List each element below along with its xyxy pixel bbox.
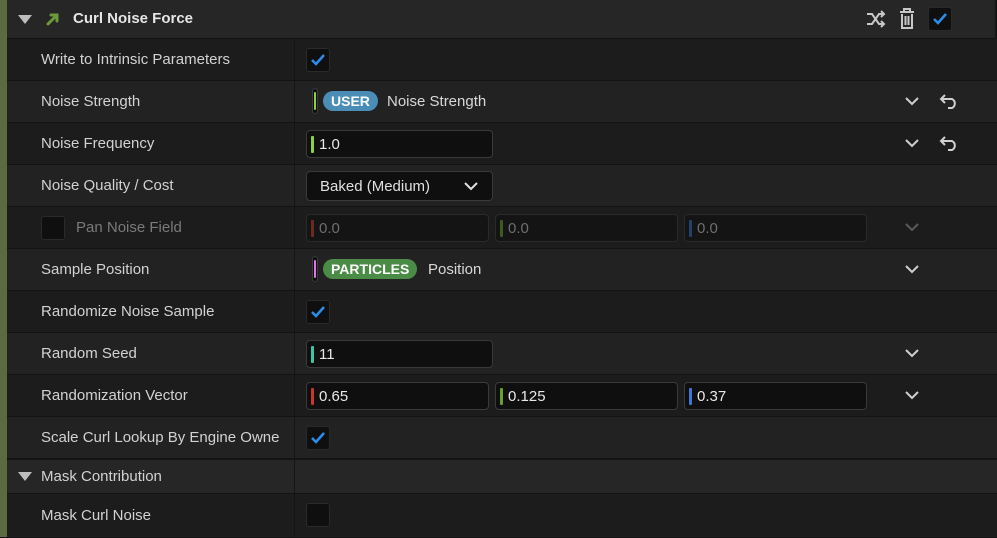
random-seed-label: Random Seed [41,345,137,362]
chevron-down-icon[interactable] [905,138,919,148]
noise-quality-label: Noise Quality / Cost [41,177,174,194]
row-scale-curl-lookup: Scale Curl Lookup By Engine Owne [7,417,997,459]
chevron-down-icon[interactable] [905,222,919,232]
collapse-arrow-icon[interactable] [18,15,32,24]
reset-arrow-icon[interactable] [939,135,959,151]
column-divider [294,165,295,206]
noise-quality-dropdown[interactable]: Baked (Medium) [306,171,493,201]
noise-frequency-label: Noise Frequency [41,135,155,152]
module-accent-bar [0,0,7,537]
randomization-vector-label: Randomization Vector [41,387,188,404]
randomization-z-value: 0.37 [697,388,727,405]
pan-noise-y-value: 0.0 [508,220,529,237]
module-header[interactable]: Curl Noise Force [7,0,995,39]
pan-noise-x-value: 0.0 [319,220,340,237]
trash-icon[interactable] [897,7,917,31]
x-stripe [311,388,314,405]
noise-strength-label: Noise Strength [41,93,141,110]
noise-quality-selected: Baked (Medium) [320,178,431,195]
chevron-down-icon[interactable] [905,264,919,274]
row-noise-quality: Noise Quality / Cost Baked (Medium) [7,165,997,207]
row-randomize-noise: Randomize Noise Sample [7,291,997,333]
scale-curl-checkbox[interactable] [306,426,330,450]
module-title: Curl Noise Force [73,10,194,27]
chevron-down-icon [464,182,478,191]
randomization-x-input[interactable]: 0.65 [306,382,489,410]
chevron-down-icon[interactable] [905,348,919,358]
pan-noise-z-value: 0.0 [697,220,718,237]
randomization-y-input[interactable]: 0.125 [495,382,678,410]
sample-position-label: Sample Position [41,261,150,278]
write-intrinsic-label: Write to Intrinsic Parameters [41,51,230,68]
row-randomization-vector: Randomization Vector 0.65 0.125 0.37 [7,375,997,417]
mask-curl-noise-label: Mask Curl Noise [41,507,152,524]
column-divider [294,291,295,332]
randomization-x-value: 0.65 [319,388,349,405]
row-random-seed: Random Seed 11 [7,333,997,375]
write-intrinsic-checkbox[interactable] [306,48,330,72]
noise-strength-binding[interactable]: Noise Strength [387,93,486,110]
y-stripe [500,220,503,237]
z-stripe [689,388,692,405]
scale-curl-label: Scale Curl Lookup By Engine Owne [41,429,280,446]
column-divider [294,81,295,122]
mask-curl-noise-checkbox[interactable] [306,503,330,527]
row-write-intrinsic: Write to Intrinsic Parameters [7,39,997,81]
pan-noise-x-input[interactable]: 0.0 [306,214,489,242]
row-noise-strength: Noise Strength USER Noise Strength [7,81,997,123]
module-enabled-checkbox[interactable] [928,7,952,31]
collapse-arrow-icon[interactable] [18,472,32,481]
sample-position-binding[interactable]: Position [428,261,481,278]
row-noise-frequency: Noise Frequency 1.0 [7,123,997,165]
binding-stripe [312,256,318,282]
randomization-y-value: 0.125 [508,388,546,405]
chevron-down-icon[interactable] [905,390,919,400]
row-sample-position: Sample Position PARTICLES Position [7,249,997,291]
reset-arrow-icon[interactable] [939,93,959,109]
z-stripe [689,220,692,237]
random-seed-input[interactable]: 11 [306,340,493,368]
column-divider [294,417,295,458]
pan-noise-field-label: Pan Noise Field [76,219,182,236]
particles-namespace-pill[interactable]: PARTICLES [323,259,418,279]
noise-frequency-value: 1.0 [319,136,340,153]
column-divider [294,207,295,248]
column-divider [294,39,295,80]
randomize-noise-checkbox[interactable] [306,300,330,324]
random-seed-value: 11 [319,346,335,363]
mask-contribution-label: Mask Contribution [41,468,162,485]
shuffle-icon[interactable] [865,9,887,29]
row-pan-noise-field: Pan Noise Field 0.0 0.0 0.0 [7,207,997,249]
column-divider [294,123,295,164]
pan-noise-z-input[interactable]: 0.0 [684,214,867,242]
mask-contribution-section-header[interactable]: Mask Contribution [7,460,997,494]
input-stripe [311,346,314,363]
column-divider [294,494,295,537]
x-stripe [311,220,314,237]
randomize-noise-label: Randomize Noise Sample [41,303,215,320]
pan-noise-field-enable-checkbox[interactable] [41,216,65,240]
chevron-down-icon[interactable] [905,96,919,106]
curl-noise-force-panel: Curl Noise Force Write to Intrinsic Para… [0,0,997,538]
y-stripe [500,388,503,405]
input-stripe [311,136,314,153]
randomization-z-input[interactable]: 0.37 [684,382,867,410]
column-divider [294,249,295,290]
column-divider [294,333,295,374]
column-divider [294,460,295,493]
row-mask-curl-noise: Mask Curl Noise [7,494,997,538]
column-divider [294,375,295,416]
user-namespace-pill[interactable]: USER [323,91,378,111]
pan-noise-y-input[interactable]: 0.0 [495,214,678,242]
binding-stripe [312,88,318,114]
noise-frequency-input[interactable]: 1.0 [306,130,493,158]
force-arrow-icon [46,13,59,26]
